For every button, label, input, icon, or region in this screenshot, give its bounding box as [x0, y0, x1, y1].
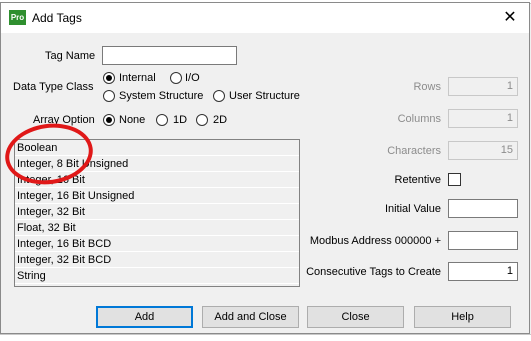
list-item[interactable]: Integer, 32 Bit — [15, 204, 299, 220]
initial-value-input[interactable] — [448, 199, 518, 218]
add-and-close-button[interactable]: Add and Close — [202, 306, 299, 328]
app-icon: Pro — [9, 10, 26, 25]
add-button[interactable]: Add — [96, 306, 193, 328]
radio-internal[interactable] — [103, 72, 115, 84]
radio-none-label: None — [119, 114, 146, 126]
rows-input[interactable]: 1 — [448, 77, 518, 96]
characters-label: Characters — [387, 145, 441, 157]
radio-io[interactable] — [170, 72, 182, 84]
tag-name-input[interactable] — [102, 46, 237, 65]
tag-name-label: Tag Name — [45, 50, 96, 62]
close-button[interactable]: Close — [307, 306, 404, 328]
help-button[interactable]: Help — [414, 306, 511, 328]
columns-label: Columns — [397, 113, 441, 125]
radio-2d[interactable] — [196, 114, 208, 126]
array-option-label: Array Option — [33, 114, 95, 126]
data-type-class-label: Data Type Class — [13, 81, 94, 93]
radio-2d-label: 2D — [213, 114, 228, 126]
radio-none[interactable] — [103, 114, 115, 126]
retentive-checkbox[interactable] — [448, 173, 461, 186]
dialog-title: Add Tags — [32, 11, 82, 25]
rows-label: Rows — [413, 81, 441, 93]
consecutive-tags-input[interactable]: 1 — [448, 262, 518, 281]
columns-input[interactable]: 1 — [448, 109, 518, 128]
initial-value-label: Initial Value — [384, 203, 441, 215]
list-item[interactable]: String — [15, 268, 299, 284]
modbus-address-input[interactable] — [448, 231, 518, 250]
list-item[interactable]: Integer, 16 Bit — [15, 172, 299, 188]
radio-user-structure-label: User Structure — [229, 90, 300, 102]
list-item[interactable]: Float, 32 Bit — [15, 220, 299, 236]
list-item[interactable]: Integer, 16 Bit Unsigned — [15, 188, 299, 204]
close-icon[interactable]: ✕ — [499, 7, 521, 29]
modbus-address-label: Modbus Address 000000 + — [309, 235, 441, 247]
radio-internal-label: Internal — [119, 72, 156, 84]
retentive-label: Retentive — [394, 174, 441, 186]
radio-io-label: I/O — [185, 72, 200, 84]
list-item[interactable]: Integer, 32 Bit BCD — [15, 252, 299, 268]
radio-system-structure-label: System Structure — [119, 90, 204, 102]
list-item[interactable]: Integer, 8 Bit Unsigned — [15, 156, 299, 172]
radio-system-structure[interactable] — [103, 90, 115, 102]
list-item[interactable]: Integer, 16 Bit BCD — [15, 236, 299, 252]
data-type-list[interactable]: Boolean Integer, 8 Bit Unsigned Integer,… — [14, 139, 300, 287]
title-bar: Pro Add Tags ✕ — [1, 3, 529, 33]
radio-user-structure[interactable] — [213, 90, 225, 102]
list-item[interactable]: Boolean — [15, 140, 299, 156]
characters-input[interactable]: 15 — [448, 141, 518, 160]
radio-1d-label: 1D — [173, 114, 188, 126]
consecutive-tags-label: Consecutive Tags to Create — [306, 266, 441, 278]
radio-1d[interactable] — [156, 114, 168, 126]
add-tags-dialog: Pro Add Tags ✕ Tag Name Data Type Class … — [0, 2, 530, 334]
